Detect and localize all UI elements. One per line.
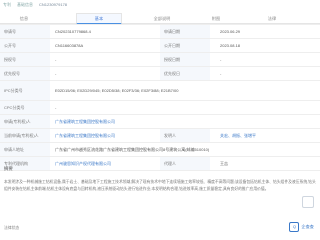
field-label: 发明人 xyxy=(160,129,210,142)
field-value: E02D15/06; E02D29/045; E02D5/38; E02F3/3… xyxy=(55,88,179,93)
breadcrumb-item[interactable]: 专利 xyxy=(3,2,11,8)
tab-bar: 信息 基本 全部说明 附图 法律 xyxy=(0,12,320,25)
field-value: - xyxy=(220,71,222,76)
table-row: 申请人地址 广东省广州市越秀区流花路广东省建筑工程集团控股有限公司8号建筑公寓(… xyxy=(0,143,320,157)
feedback-icon[interactable] xyxy=(302,196,314,208)
field-label: 优先权日 xyxy=(160,67,210,80)
abstract-text: 本发明涉及一种机械施工钻机设备,属于岩土、基础及地下工程施工技术领域,解决了现有… xyxy=(4,180,316,191)
tab-full-text[interactable]: 全部说明 xyxy=(140,14,184,23)
patent-info-table: 申请号 CN202310779868.4 申请日期 2023.06.29 公开号… xyxy=(0,24,320,171)
breadcrumb-item: CN1230979178 xyxy=(39,2,68,7)
table-row: CPC分类号 - xyxy=(0,101,320,115)
field-label: 申请号 xyxy=(0,25,50,38)
field-value: 王吉 xyxy=(220,160,228,166)
field-label: 优先权号 xyxy=(0,67,50,80)
tab-info[interactable]: 信息 xyxy=(4,14,44,23)
field-value: 2023.06.29 xyxy=(220,29,241,34)
table-row: IPC分类号 E02D15/06; E02D29/045; E02D5/38; … xyxy=(0,81,320,101)
field-value: 广东省广州市越秀区流花路广东省建筑工程集团控股有限公司8号建筑公寓(邮编5100… xyxy=(55,146,210,152)
field-value: 2023.08.18 xyxy=(220,43,241,48)
tab-legal[interactable]: 法律 xyxy=(250,14,294,23)
table-row: 公开号 CN116603878A 公开日期 2023.08.18 xyxy=(0,39,320,53)
field-value: CN116603878A xyxy=(55,43,84,48)
field-value: - xyxy=(55,105,57,110)
table-row: 授权号 - 授权日期 - xyxy=(0,53,320,67)
table-row: 优先权号 - 优先权日 - xyxy=(0,67,320,81)
field-value: CN202310779868.4 xyxy=(55,29,91,34)
field-label: 申请(专利权)人 xyxy=(0,115,50,128)
qichacha-logo: Q 企查查 xyxy=(289,222,314,232)
logo-icon: Q xyxy=(289,222,300,232)
logo-text: 企查查 xyxy=(301,224,314,229)
table-row: 申请号 CN202310779868.4 申请日期 2023.06.29 xyxy=(0,25,320,39)
table-row: 申请(专利权)人 广东省建筑工程集团控股有限公司 xyxy=(0,115,320,129)
current-applicant-link[interactable]: 广东省建筑工程集团控股有限公司 xyxy=(55,129,145,142)
field-label: 申请日期 xyxy=(160,25,210,38)
field-label: 授权日期 xyxy=(160,53,210,66)
field-label: 当前申请(专利权)人 xyxy=(0,129,50,142)
field-label: CPC分类号 xyxy=(0,101,50,114)
breadcrumb-item[interactable]: 基础信息 xyxy=(17,2,33,8)
field-label: 公开号 xyxy=(0,39,50,52)
field-label: IPC分类号 xyxy=(0,81,50,100)
breadcrumb: 专利 基础信息 CN1230979178 xyxy=(0,0,320,9)
inventors-link[interactable]: 关宏、胡振、张增平 xyxy=(220,129,315,142)
agency-link[interactable]: 广州骏思知识产权代理有限公司 xyxy=(55,157,145,170)
footer-label: 法律状态 xyxy=(4,226,20,230)
table-row: 专利代理机构 广州骏思知识产权代理有限公司 代理人 王吉 xyxy=(0,157,320,171)
field-label: 申请人地址 xyxy=(0,143,50,156)
field-value: - xyxy=(55,71,57,76)
tab-figures[interactable]: 附图 xyxy=(194,14,238,23)
field-value: - xyxy=(55,57,57,62)
abstract-heading: 摘要 xyxy=(4,166,13,171)
table-row: 当前申请(专利权)人 广东省建筑工程集团控股有限公司 发明人 关宏、胡振、张增平 xyxy=(0,129,320,143)
applicant-link[interactable]: 广东省建筑工程集团控股有限公司 xyxy=(55,115,305,128)
field-value: - xyxy=(220,57,222,62)
field-label: 代理人 xyxy=(160,157,210,170)
field-label: 公开日期 xyxy=(160,39,210,52)
field-label: 授权号 xyxy=(0,53,50,66)
